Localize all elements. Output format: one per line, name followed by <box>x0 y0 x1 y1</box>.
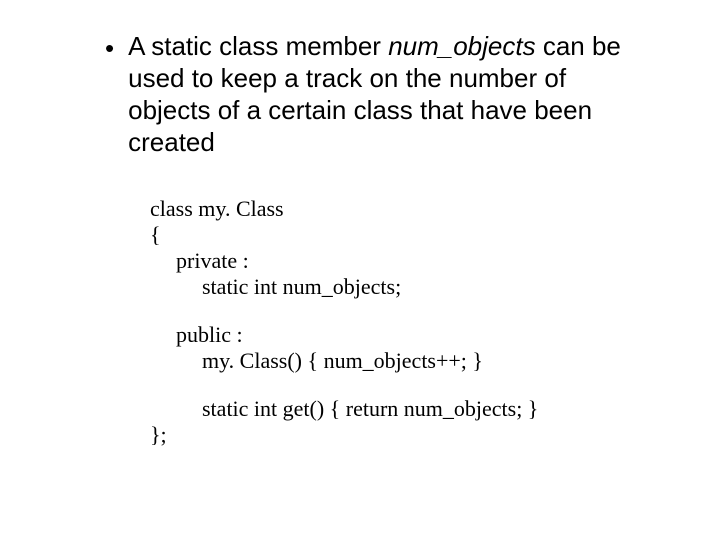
code-line: static int num_objects; <box>150 274 670 300</box>
code-line: { <box>150 222 670 248</box>
bullet-marker: • <box>105 32 114 64</box>
bullet-text-pre: A static class member <box>128 31 388 61</box>
bullet-item: • A static class member num_objects can … <box>105 30 650 158</box>
code-block: class my. Class { private : static int n… <box>150 196 670 448</box>
code-line: my. Class() { num_objects++; } <box>150 348 670 374</box>
code-line: static int get() { return num_objects; } <box>150 396 670 422</box>
code-line: private : <box>150 248 670 274</box>
code-line: }; <box>150 422 670 448</box>
bullet-text: A static class member num_objects can be… <box>128 30 650 158</box>
bullet-text-var: num_objects <box>388 31 535 61</box>
code-line: public : <box>150 322 670 348</box>
code-line: class my. Class <box>150 196 670 222</box>
